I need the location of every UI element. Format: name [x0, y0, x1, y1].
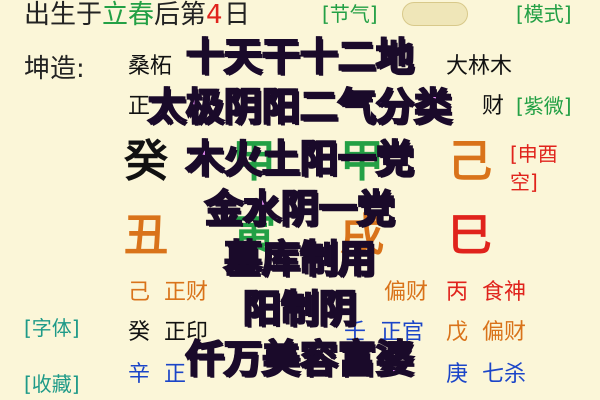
day-number: 4 [206, 0, 223, 30]
birth-prefix: 出生于 [24, 0, 103, 30]
overlay-line-4: 金水阴一党 [204, 187, 396, 231]
day-suffix: 日 [224, 0, 251, 30]
overlay-line-1: 十天干十二地 [185, 35, 415, 79]
after-text: 后第 [154, 0, 207, 30]
mode-tag[interactable]: [模式] [516, 4, 572, 24]
solar-term: 立春 [102, 0, 155, 30]
cloud-icon [402, 2, 468, 26]
overlay-line-2: 太极阴阳二气分类 [147, 85, 453, 129]
overlay-line-5: 墓库制用 [223, 237, 377, 281]
overlay-line-7: 仟万美容富婆 [185, 337, 415, 381]
jieqi-tag[interactable]: [节气] [322, 4, 378, 24]
overlay-line-6: 阳制阴 [242, 287, 358, 331]
overlay-line-3: 木火土阳一党 [185, 137, 415, 181]
